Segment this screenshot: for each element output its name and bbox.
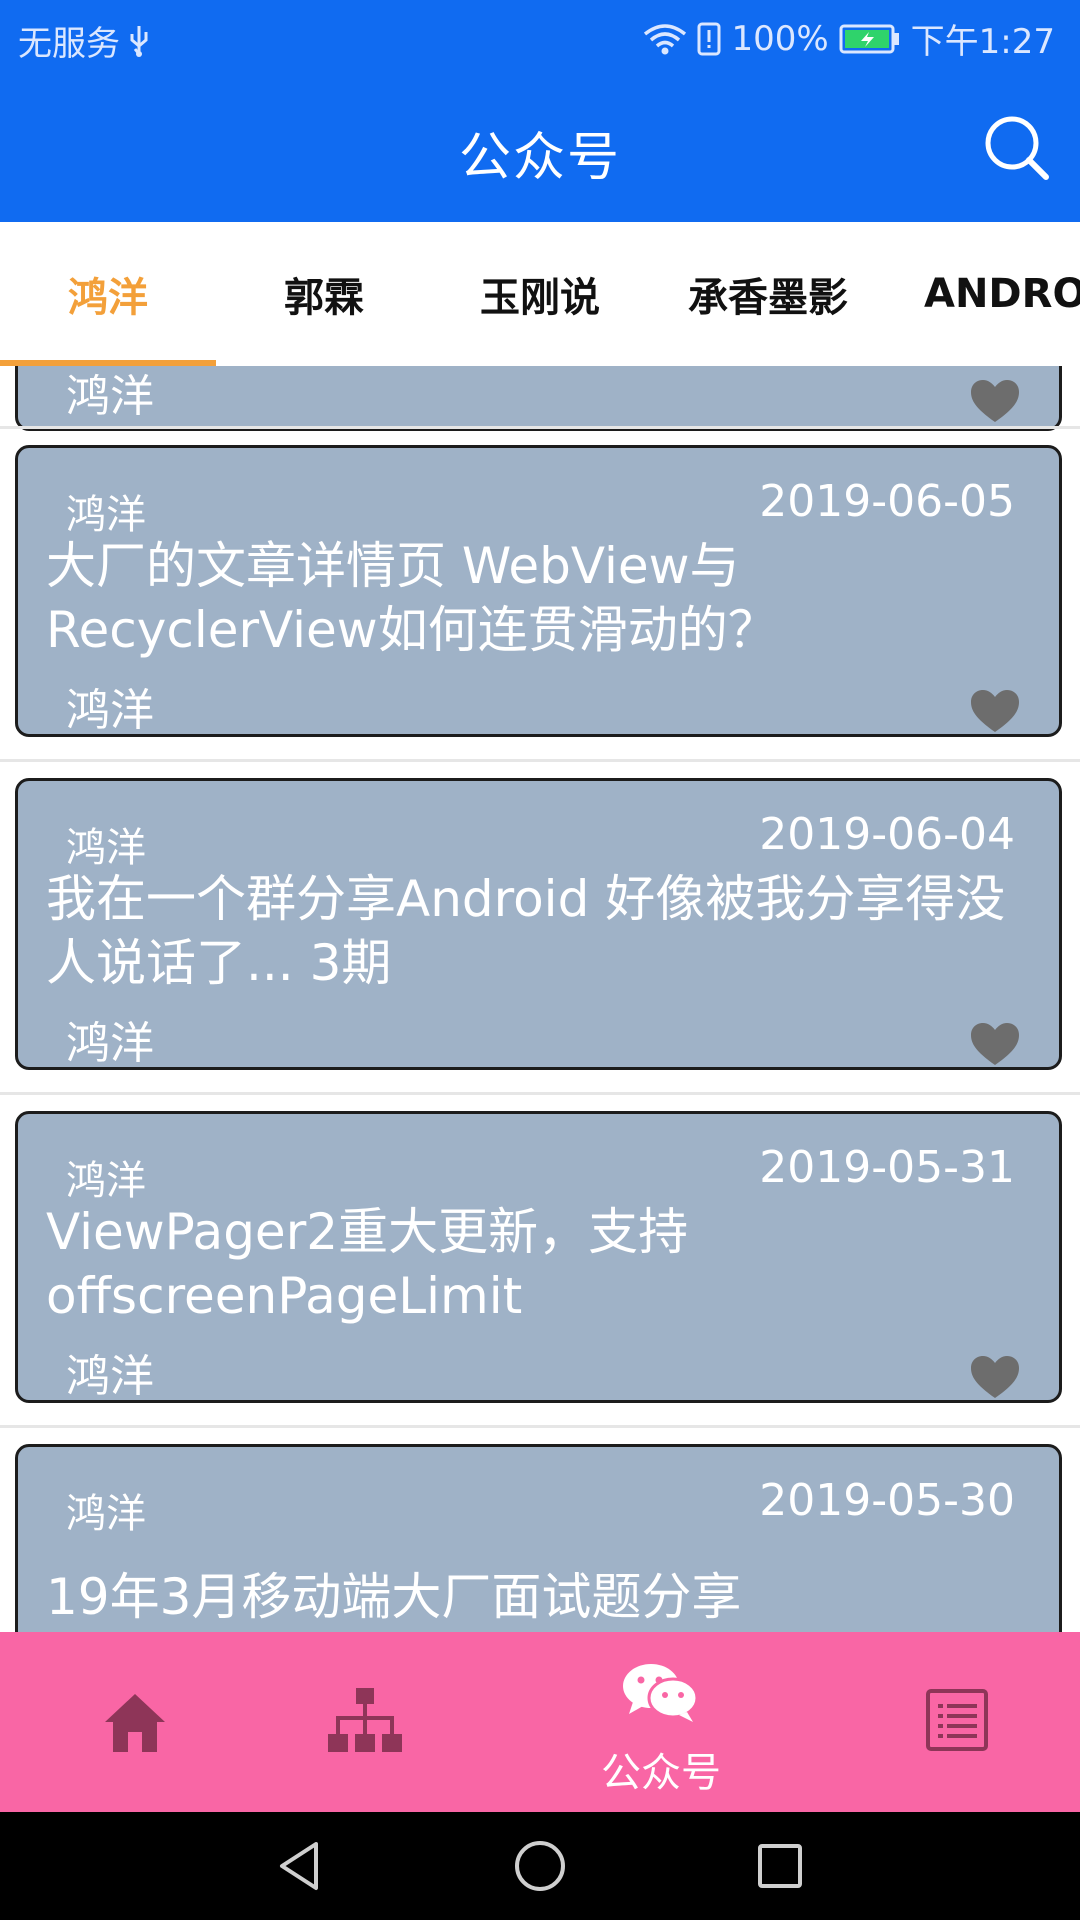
home-icon bbox=[105, 1694, 165, 1752]
system-navigation-bar bbox=[0, 1812, 1080, 1920]
tab-guolin[interactable]: 郭霖 bbox=[216, 222, 432, 366]
article-date: 2019-06-05 bbox=[759, 476, 1015, 527]
nav-wechat-official[interactable]: 公众号 bbox=[526, 1632, 796, 1812]
article-author: 鸿洋 bbox=[66, 1491, 146, 1537]
search-button[interactable] bbox=[982, 113, 1052, 183]
article-title: 19年3月移动端大厂面试题分享 bbox=[46, 1568, 742, 1626]
tree-icon bbox=[328, 1688, 402, 1752]
divider bbox=[0, 1092, 1080, 1095]
wechat-icon bbox=[623, 1664, 699, 1722]
carrier-text: 无服务 bbox=[18, 24, 120, 64]
article-author-bottom: 鸿洋 bbox=[66, 685, 154, 736]
article-author: 鸿洋 bbox=[66, 825, 146, 871]
tab-chengxiangmoying[interactable]: 承香墨影 bbox=[648, 222, 888, 366]
article-date: 2019-06-04 bbox=[759, 809, 1015, 860]
wifi-icon bbox=[643, 22, 687, 56]
divider bbox=[0, 426, 1080, 429]
tab-android[interactable]: ANDROID bbox=[924, 222, 1080, 366]
recents-icon[interactable] bbox=[750, 1836, 810, 1896]
nav-label: 公众号 bbox=[601, 1750, 721, 1796]
heart-icon[interactable] bbox=[971, 1023, 1019, 1067]
article-author: 鸿洋 bbox=[66, 492, 146, 538]
clock: 下午1:27 bbox=[910, 22, 1055, 62]
article-card[interactable]: 鸿洋 2019-05-30 19年3月移动端大厂面试题分享 bbox=[15, 1444, 1062, 1632]
list-icon bbox=[926, 1689, 988, 1751]
status-bar: 无服务 100% 下午1:27 bbox=[0, 0, 1080, 75]
nav-system[interactable] bbox=[230, 1632, 500, 1812]
heart-icon[interactable] bbox=[971, 690, 1019, 734]
article-author: 鸿洋 bbox=[66, 1158, 146, 1204]
article-author-bottom: 鸿洋 bbox=[66, 1351, 154, 1402]
article-card[interactable]: 鸿洋 bbox=[15, 366, 1062, 431]
article-card[interactable]: 鸿洋 2019-06-05 大厂的文章详情页 WebView与RecyclerV… bbox=[15, 445, 1062, 737]
tab-hongyang[interactable]: 鸿洋 bbox=[0, 222, 216, 366]
article-card[interactable]: 鸿洋 2019-06-04 我在一个群分享Android 好像被我分享得没人说话… bbox=[15, 778, 1062, 1070]
tab-yugangshuo[interactable]: 玉刚说 bbox=[432, 222, 648, 366]
tab-bar: 鸿洋 郭霖 玉刚说 承香墨影 ANDROID bbox=[0, 222, 1080, 367]
back-icon[interactable] bbox=[270, 1836, 330, 1896]
page-title: 公众号 bbox=[458, 128, 621, 188]
article-title: ViewPager2重大更新，支持offscreenPageLimit bbox=[46, 1203, 689, 1325]
article-author-bottom: 鸿洋 bbox=[66, 1018, 154, 1069]
article-title: 大厂的文章详情页 WebView与RecyclerView如何连贯滑动的？ bbox=[46, 537, 778, 659]
heart-icon[interactable] bbox=[971, 380, 1019, 424]
article-author: 鸿洋 bbox=[66, 371, 154, 422]
search-icon bbox=[985, 116, 1049, 180]
article-card[interactable]: 鸿洋 2019-05-31 ViewPager2重大更新，支持offscreen… bbox=[15, 1111, 1062, 1403]
battery-icon bbox=[839, 24, 901, 54]
nav-projects[interactable] bbox=[822, 1632, 1080, 1812]
sim-alert-icon bbox=[697, 22, 721, 56]
article-date: 2019-05-31 bbox=[759, 1142, 1015, 1193]
article-title: 我在一个群分享Android 好像被我分享得没人说话了... 3期 bbox=[46, 870, 1006, 992]
heart-icon[interactable] bbox=[971, 1356, 1019, 1400]
usb-icon bbox=[128, 24, 150, 58]
article-date: 2019-05-30 bbox=[759, 1475, 1015, 1526]
app-bar: 公众号 bbox=[0, 75, 1080, 222]
divider bbox=[0, 1425, 1080, 1428]
article-list[interactable]: 鸿洋 鸿洋 2019-06-05 大厂的文章详情页 WebView与Recycl… bbox=[0, 366, 1080, 1632]
battery-percent: 100% bbox=[731, 18, 829, 59]
divider bbox=[0, 759, 1080, 762]
bottom-navigation: 公众号 bbox=[0, 1632, 1080, 1812]
home-circle-icon[interactable] bbox=[510, 1836, 570, 1896]
